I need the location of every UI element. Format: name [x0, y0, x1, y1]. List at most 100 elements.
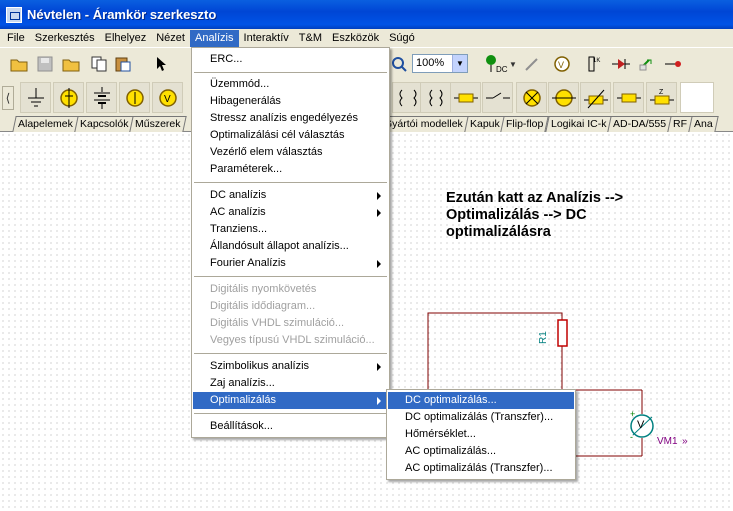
tab-flipflop[interactable]: Flip-flop	[500, 116, 550, 132]
menu-item-noise[interactable]: Zaj analízis...	[193, 375, 388, 392]
select-arrow-icon[interactable]	[150, 53, 172, 75]
menu-item-erc[interactable]: ERC...	[193, 51, 388, 68]
switch-icon[interactable]	[482, 82, 513, 113]
impedance-icon[interactable]: Z	[646, 82, 677, 113]
menu-analysis[interactable]: Analízis	[189, 29, 239, 47]
menu-item-fourier[interactable]: Fourier Analízis	[193, 255, 388, 272]
menu-interactive[interactable]: Interaktív	[239, 30, 294, 47]
submenu-arrow-icon	[377, 209, 381, 217]
meter-arrow: »	[682, 436, 688, 447]
meter-symbol: V	[637, 419, 645, 431]
chevron-down-icon[interactable]: ▼	[452, 55, 467, 72]
meter-plus: +	[630, 409, 636, 419]
tab-basic[interactable]: Alapelemek	[12, 116, 79, 132]
tab-gates[interactable]: Kapuk	[463, 116, 506, 132]
save-icon[interactable]	[34, 53, 56, 75]
submenu-item-dc-optimization-transfer[interactable]: DC optimalizálás (Transzfer)...	[388, 409, 574, 426]
tab-vendor-models[interactable]: Gyártói modellek	[378, 116, 469, 132]
resistor-value-icon[interactable]: 1K	[580, 53, 602, 75]
menu-item-optimization-target[interactable]: Optimalizálási cél választás	[193, 127, 388, 144]
transformer-icon[interactable]	[392, 82, 423, 113]
menu-item-mode[interactable]: Üzemmód...	[193, 76, 388, 93]
motor-icon[interactable]	[548, 82, 579, 113]
menu-item-digital-trace: Digitális nyomkövetés	[210, 283, 317, 295]
menu-item-digital-timing: Digitális idődiagram...	[210, 300, 316, 312]
submenu-arrow-icon	[377, 397, 381, 405]
svg-text:Z: Z	[659, 89, 664, 96]
scroll-left-icon[interactable]: ⟨	[2, 86, 14, 110]
potentiometer-icon[interactable]	[580, 82, 611, 113]
battery-cell-icon[interactable]	[53, 82, 84, 113]
menu-separator	[194, 72, 387, 73]
led-icon[interactable]	[636, 53, 658, 75]
optimization-submenu: DC optimalizálás... DC optimalizálás (Tr…	[386, 389, 576, 480]
probe-pin-icon[interactable]	[662, 53, 684, 75]
resistor-label: R1	[538, 331, 549, 344]
submenu-arrow-icon	[377, 192, 381, 200]
resistor-icon[interactable]	[613, 82, 644, 113]
menu-place[interactable]: Elhelyez	[100, 30, 152, 47]
lamp-icon[interactable]	[516, 82, 547, 113]
menu-help[interactable]: Súgó	[384, 30, 420, 47]
menu-item-vhdl-sim: Digitális VHDL szimuláció...	[210, 317, 345, 329]
menu-separator	[194, 353, 387, 354]
menu-item-steady-state[interactable]: Állandósult állapot analízis...	[193, 238, 388, 255]
menu-tools[interactable]: Eszközök	[327, 30, 384, 47]
menu-item-settings[interactable]: Beállítások...	[193, 418, 388, 435]
menu-item-dc-analysis[interactable]: DC analízis	[193, 187, 388, 204]
submenu-arrow-icon	[377, 363, 381, 371]
menu-separator	[194, 182, 387, 183]
current-source-icon[interactable]	[119, 82, 150, 113]
zoom-select[interactable]: 100% ▼	[412, 54, 468, 73]
paste-icon[interactable]	[112, 53, 134, 75]
menu-item-transient[interactable]: Tranziens...	[193, 221, 388, 238]
tab-logic-ic[interactable]: Logikai IC-k	[545, 116, 612, 132]
tab-analog[interactable]: Ana	[688, 116, 719, 132]
new-file-icon[interactable]	[8, 53, 30, 75]
menu-item-symbolic[interactable]: Szimbolikus analízis	[193, 358, 388, 375]
submenu-item-ac-optimization-transfer[interactable]: AC optimalizálás (Transzfer)...	[388, 460, 574, 477]
diode-icon[interactable]	[610, 53, 632, 75]
menu-view[interactable]: Nézet	[151, 30, 190, 47]
svg-text:V: V	[558, 60, 564, 70]
voltmeter-icon[interactable]: V	[152, 82, 183, 113]
ground-icon[interactable]	[20, 82, 51, 113]
submenu-item-temperature[interactable]: Hőmérséklet...	[388, 426, 574, 443]
zoom-value: 100%	[416, 57, 445, 69]
menu-item-parameters[interactable]: Paraméterek...	[193, 161, 388, 178]
menu-item-fault-generation[interactable]: Hibagenerálás	[193, 93, 388, 110]
window-title: Névtelen - Áramkör szerkeszto	[27, 7, 217, 22]
menu-item-stress-analysis[interactable]: Stressz analízis engedélyezés	[193, 110, 388, 127]
analysis-dropdown-menu: ERC... Üzemmód... Hibagenerálás Stressz …	[191, 47, 390, 438]
tab-instruments[interactable]: Műszerek	[129, 116, 187, 132]
menu-bar: File Szerkesztés Elhelyez Nézet Analízis…	[0, 29, 733, 47]
menu-item-mixed-vhdl: Vegyes típusú VHDL szimuláció...	[210, 334, 375, 346]
dc-dropdown-icon[interactable]: ▼	[508, 53, 518, 75]
coupled-inductor-icon[interactable]	[420, 82, 451, 113]
submenu-item-ac-optimization[interactable]: AC optimalizálás...	[388, 443, 574, 460]
instruction-annotation: Ezután katt az Analízis --> Optimalizálá…	[446, 190, 624, 240]
tab-switches[interactable]: Kapcsolók	[74, 116, 135, 132]
pen-icon[interactable]	[520, 53, 542, 75]
fuse-icon[interactable]	[450, 82, 481, 113]
zoom-icon[interactable]	[388, 53, 410, 75]
submenu-item-dc-optimization[interactable]: DC optimalizálás...	[388, 392, 574, 409]
meter-probe-icon[interactable]: V	[552, 53, 574, 75]
dc-label: DC	[496, 65, 508, 74]
tab-ad-da[interactable]: AD-DA/555	[607, 116, 673, 132]
menu-item-ac-analysis[interactable]: AC analízis	[193, 204, 388, 221]
copy-icon[interactable]	[88, 53, 110, 75]
menu-file[interactable]: File	[2, 30, 30, 47]
menu-item-optimization[interactable]: Optimalizálás	[193, 392, 388, 409]
meter-label: VM1	[657, 436, 678, 447]
menu-edit[interactable]: Szerkesztés	[30, 30, 100, 47]
svg-text:1K: 1K	[593, 58, 600, 64]
open-folder-icon[interactable]	[60, 53, 82, 75]
svg-text:V: V	[164, 94, 171, 105]
menu-tm[interactable]: T&M	[294, 30, 327, 47]
menu-item-control-element[interactable]: Vezérlő elem választás	[193, 144, 388, 161]
menu-separator	[194, 413, 387, 414]
dc-analysis-icon[interactable]: DC	[482, 52, 510, 74]
app-icon	[6, 6, 22, 23]
battery-icon[interactable]	[86, 82, 117, 113]
